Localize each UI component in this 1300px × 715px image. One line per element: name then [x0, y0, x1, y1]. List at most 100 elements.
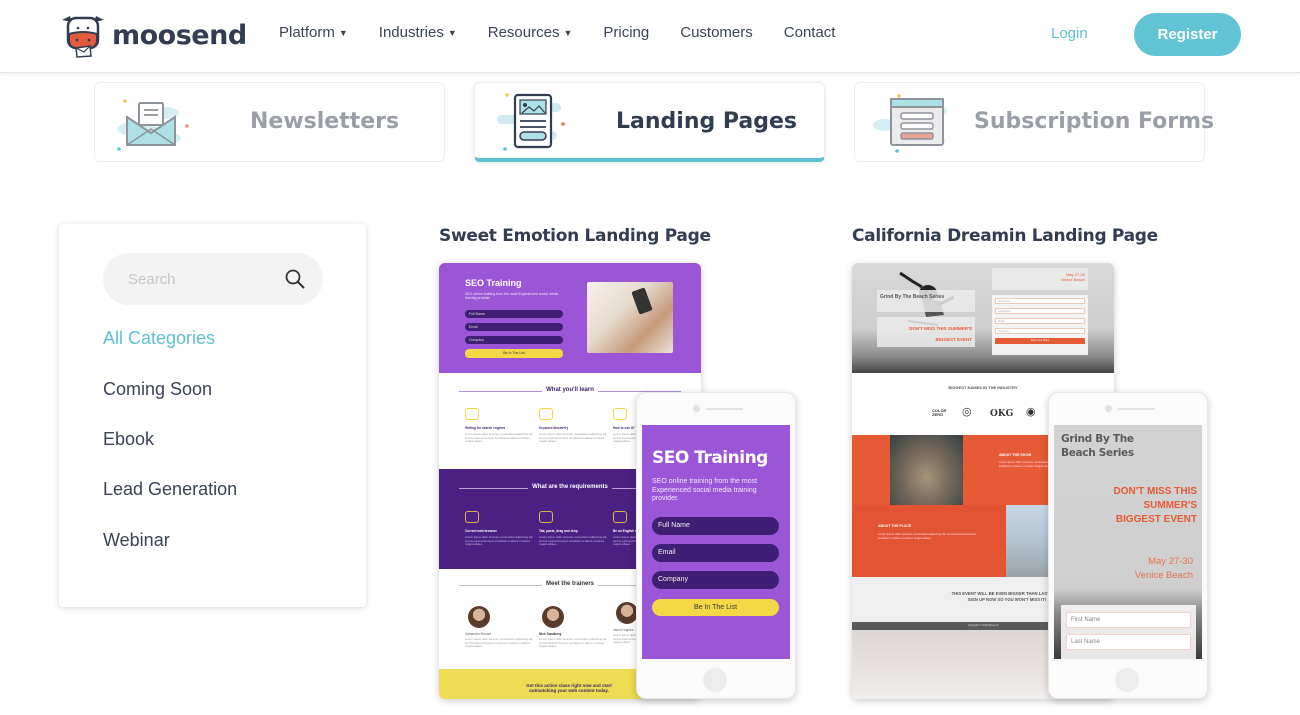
mobile-field: First Name: [1066, 612, 1191, 628]
trainer-name: Nick Sandberg: [539, 632, 562, 636]
mobile-dates: May 27-30 Venice Beach: [1135, 555, 1193, 583]
preview-hero: Grind By The Beach Series DON'T MISS THI…: [852, 263, 1114, 373]
preview-field: Company: [995, 328, 1085, 334]
preview-button: Book Your Place: [995, 338, 1085, 344]
preview-feature: Tab, paste, drag and drop Lorem ipsum do…: [539, 511, 609, 547]
template-title[interactable]: Sweet Emotion Landing Page: [439, 226, 711, 246]
series-line: Beach Series: [1061, 447, 1134, 459]
feature-desc: Lorem ipsum dolor sit amet, consectetur …: [465, 432, 534, 443]
tab-newsletters-label: Newsletters: [250, 109, 400, 134]
nav-industries-label: Industries: [378, 24, 444, 41]
headline-line: DON'T MISS THIS SUMMER'S: [909, 326, 972, 331]
feature-icon: [613, 408, 627, 420]
search-input[interactable]: [128, 270, 278, 288]
top-navbar: moosend Platform ▼ Industries ▼ Resources ▼…: [0, 0, 1300, 73]
feature-desc: Lorem ipsum dolor sit amet, consectetur …: [465, 535, 534, 546]
brand-logo: COLOR ZERO: [932, 408, 947, 417]
feature-title: Current web browser: [465, 529, 497, 533]
category-coming-soon[interactable]: Coming Soon: [103, 379, 212, 400]
nav-resources[interactable]: Resources ▼: [488, 24, 573, 41]
mobile-field: Last Name: [1066, 634, 1191, 650]
brand-logo: ◉: [1026, 406, 1036, 418]
moosend-logo[interactable]: moosend: [58, 12, 247, 58]
register-button[interactable]: Register: [1134, 13, 1241, 56]
tab-landing-pages[interactable]: Landing Pages: [474, 82, 825, 162]
preview-feature: Current web browser Lorem ipsum dolor si…: [465, 511, 535, 547]
search-icon[interactable]: [284, 268, 306, 290]
feature-icon: [539, 408, 553, 420]
main-nav: Platform ▼ Industries ▼ Resources ▼ Pricing…: [279, 24, 866, 41]
preview-trainer: Samantha Stewart Lorem ipsum dolor sit a…: [465, 606, 535, 649]
nav-pricing[interactable]: Pricing: [603, 24, 649, 41]
tab-newsletters[interactable]: Newsletters: [94, 82, 445, 162]
template-mobile-preview[interactable]: SEO Training SEO online training from th…: [636, 392, 796, 699]
caret-down-icon: ▼: [563, 28, 573, 39]
tab-landing-pages-label: Landing Pages: [616, 109, 798, 134]
category-all-categories[interactable]: All Categories: [103, 328, 215, 349]
about-place-text: Lorem ipsum dolor sit amet, consectetur …: [878, 532, 977, 540]
preview-series: Grind By The Beach Series: [877, 290, 975, 312]
mobile-button: Be In The List: [652, 599, 779, 616]
category-webinar[interactable]: Webinar: [103, 530, 170, 551]
phone-screen: Grind By The Beach Series DON'T MISS THI…: [1054, 425, 1202, 659]
tab-subscription-forms[interactable]: Subscription Forms: [854, 82, 1214, 162]
about-place-label: ABOUT THE PLACE: [878, 524, 912, 528]
nav-customers[interactable]: Customers: [680, 24, 753, 41]
caret-down-icon: ▼: [447, 28, 457, 39]
series-line: Grind By The: [1061, 433, 1134, 445]
mobile-field: Company: [652, 571, 779, 589]
preview-footer-text: Get this action class right now and star…: [526, 683, 612, 693]
trainer-avatar: [616, 602, 638, 624]
form-icon: [873, 94, 947, 153]
mobile-subtitle: SEO online training from the most Experi…: [652, 478, 758, 502]
phone-screen: SEO Training SEO online training from th…: [642, 425, 790, 659]
feature-title: Writing for search engines: [465, 426, 506, 430]
template-title[interactable]: California Dreamin Landing Page: [852, 226, 1158, 246]
envelope-icon: [117, 99, 189, 151]
mobile-field: Full Name: [652, 517, 779, 535]
preview-button: Be In The List: [465, 349, 563, 358]
phone-speaker: [706, 408, 743, 410]
about-show-label: ABOUT THE SHOW: [999, 453, 1032, 457]
mobile-field: Email: [652, 544, 779, 562]
category-ebook[interactable]: Ebook: [103, 429, 154, 450]
nav-contact[interactable]: Contact: [784, 24, 836, 41]
phone-camera: [693, 405, 700, 412]
category-lead-generation[interactable]: Lead Generation: [103, 479, 237, 500]
feature-desc: Lorem ipsum dolor sit amet, consectetur …: [539, 432, 608, 443]
trainer-avatar: [542, 606, 564, 628]
nav-industries[interactable]: Industries ▼: [379, 24, 457, 41]
preview-field: Email: [995, 318, 1085, 324]
brand-logo: ◎: [962, 406, 972, 418]
mobile-headline: DON'T MISS THIS SUMMER'S BIGGEST EVENT: [1057, 485, 1198, 527]
mobile-series: Grind By The Beach Series: [1061, 432, 1161, 460]
login-link[interactable]: Login: [1051, 25, 1088, 42]
search-box[interactable]: [103, 253, 323, 305]
preview-headline: DON'T MISS THIS SUMMER'S BIGGEST EVENT: [877, 317, 975, 347]
nav-platform-label: Platform: [279, 24, 335, 41]
section-title-text: What you'll learn: [542, 387, 598, 393]
nav-platform[interactable]: Platform ▼: [279, 24, 348, 41]
smartphone-image: [631, 287, 653, 315]
mobile-title: SEO Training: [652, 448, 768, 468]
mobile-form: First Name Last Name: [1061, 605, 1196, 659]
template-mobile-preview[interactable]: Grind By The Beach Series DON'T MISS THI…: [1048, 392, 1208, 699]
nav-resources-label: Resources: [487, 24, 560, 41]
preview-field: Company: [465, 336, 563, 344]
location-text: Venice Beach: [1134, 570, 1193, 581]
phone-home-button: [1115, 668, 1139, 692]
preview-trainer: Nick Sandberg Lorem ipsum dolor sit amet…: [539, 606, 609, 649]
preview-form: First Name Last Name Email Company Book …: [992, 295, 1088, 355]
tab-subscription-forms-label: Subscription Forms: [974, 109, 1215, 134]
trainer-avatar: [468, 606, 490, 628]
feature-icon: [465, 408, 479, 420]
headline-line: DON'T MISS THIS: [1113, 486, 1198, 497]
skatepark-photo: [890, 435, 963, 505]
headline-line: SUMMER'S: [1143, 500, 1198, 511]
preview-feature: Writing for search engines Lorem ipsum d…: [465, 408, 535, 444]
preview-field: Email: [465, 323, 563, 331]
preview-feature: Keyword discovery Lorem ipsum dolor sit …: [539, 408, 609, 444]
cow-logo-icon: [62, 16, 104, 58]
feature-icon: [465, 511, 479, 523]
phone-home-button: [703, 668, 727, 692]
